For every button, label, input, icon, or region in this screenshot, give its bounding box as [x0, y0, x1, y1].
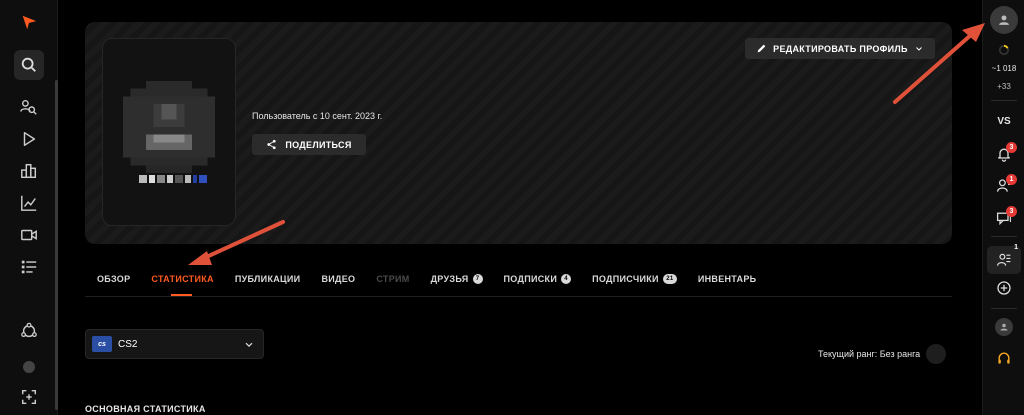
search-icon[interactable] [14, 50, 44, 80]
tab-label: СТРИМ [376, 274, 410, 284]
edit-profile-button[interactable]: РЕДАКТИРОВАТЬ ПРОФИЛЬ [745, 38, 935, 59]
section-title: ОСНОВНАЯ СТАТИСТИКА [85, 404, 206, 414]
leaderboard-icon[interactable] [14, 156, 44, 186]
left-sidebar [0, 0, 58, 415]
tab-label: ПОДПИСКИ [503, 274, 558, 284]
pixelated-avatar [123, 81, 215, 173]
players-search-icon[interactable] [14, 92, 44, 122]
party-member-avatar[interactable] [989, 318, 1019, 336]
share-icon [267, 139, 276, 150]
tab-inventory[interactable]: ИНВЕНТАРЬ [698, 274, 757, 284]
network-icon[interactable] [14, 316, 44, 346]
tab-count: 7 [472, 274, 483, 284]
list-icon[interactable] [14, 252, 44, 282]
user-avatar-button[interactable] [989, 6, 1019, 34]
tab-label: ПОДПИСЧИКИ [592, 274, 659, 284]
play-icon[interactable] [14, 124, 44, 154]
pixelated-username [139, 175, 207, 183]
avatar-small-icon[interactable] [14, 352, 44, 382]
rank-text: Текущий ранг: Без ранга [818, 349, 921, 359]
tab-label: СТАТИСТИКА [151, 274, 214, 284]
divider [991, 100, 1017, 101]
user-avatar [990, 6, 1018, 34]
notifications-badge: 3 [1006, 142, 1017, 153]
chats-badge: 3 [1006, 206, 1017, 217]
group-button[interactable]: 1 [987, 244, 1021, 274]
voice-button[interactable] [989, 350, 1019, 366]
friends-button[interactable]: 1 [989, 174, 1019, 194]
arrow-head [188, 251, 212, 265]
tab-label: ИНВЕНТАРЬ [697, 274, 757, 284]
share-button[interactable]: ПОДЕЛИТЬСЯ [252, 134, 366, 155]
plus-circle-icon [997, 281, 1011, 295]
game-select-value: CS2 [118, 338, 138, 350]
elo-delta: +33 [997, 82, 1011, 91]
divider [991, 236, 1017, 237]
cs2-logo-icon: cs [92, 336, 112, 352]
add-button[interactable] [989, 280, 1019, 296]
friends-badge: 1 [1006, 174, 1017, 185]
expand-icon[interactable] [14, 382, 44, 412]
current-rank: Текущий ранг: Без ранга [818, 344, 947, 364]
vs-button[interactable]: VS [983, 116, 1024, 127]
elo-level-icon [989, 44, 1019, 56]
tab-label: ВИДЕО [321, 274, 356, 284]
video-icon[interactable] [14, 220, 44, 250]
share-label: ПОДЕЛИТЬСЯ [285, 139, 352, 150]
chevron-down-icon [245, 342, 253, 348]
rank-icon [926, 344, 947, 364]
party-icon [997, 253, 1011, 266]
tab-friends[interactable]: ДРУЗЬЯ 7 [431, 274, 483, 284]
edit-profile-label: РЕДАКТИРОВАТЬ ПРОФИЛЬ [773, 43, 908, 54]
tab-publications[interactable]: ПУБЛИКАЦИИ [235, 274, 301, 284]
sidebar-scrollbar[interactable] [55, 80, 58, 410]
elo-value: ~1 018 [991, 64, 1017, 73]
headset-icon [998, 352, 1010, 364]
divider [991, 308, 1017, 309]
notifications-button[interactable]: 3 [989, 142, 1019, 162]
tab-stream: СТРИМ [376, 274, 409, 284]
tab-label: ДРУЗЬЯ [430, 274, 469, 284]
tab-video[interactable]: ВИДЕО [321, 274, 355, 284]
game-select[interactable]: cs CS2 [85, 329, 264, 359]
tab-subscribers[interactable]: ПОДПИСЧИКИ 21 [592, 274, 677, 284]
profile-tabs: ОБЗОР СТАТИСТИКА ПУБЛИКАЦИИ ВИДЕО СТРИМ … [97, 274, 756, 284]
group-badge: 1 [1014, 244, 1018, 251]
tab-label: ОБЗОР [97, 274, 131, 284]
avatar-card [102, 38, 236, 226]
tab-count: 4 [561, 274, 572, 284]
tab-statistics[interactable]: СТАТИСТИКА [151, 274, 213, 284]
pencil-icon [757, 44, 766, 53]
member-since-text: Пользователь с 10 сент. 2023 г. [252, 111, 383, 121]
tab-overview[interactable]: ОБЗОР [97, 274, 130, 284]
chats-button[interactable]: 3 [989, 206, 1019, 226]
tab-label: ПУБЛИКАЦИИ [234, 274, 301, 284]
tab-count: 21 [662, 274, 677, 284]
right-sidebar: ~1 018 +33 VS 3 1 3 1 [982, 0, 1024, 415]
stats-chart-icon[interactable] [14, 188, 44, 218]
tab-subscriptions[interactable]: ПОДПИСКИ 4 [504, 274, 572, 284]
chevron-down-icon [915, 46, 922, 51]
tabs-divider [85, 296, 952, 297]
logo-icon[interactable] [14, 7, 44, 37]
